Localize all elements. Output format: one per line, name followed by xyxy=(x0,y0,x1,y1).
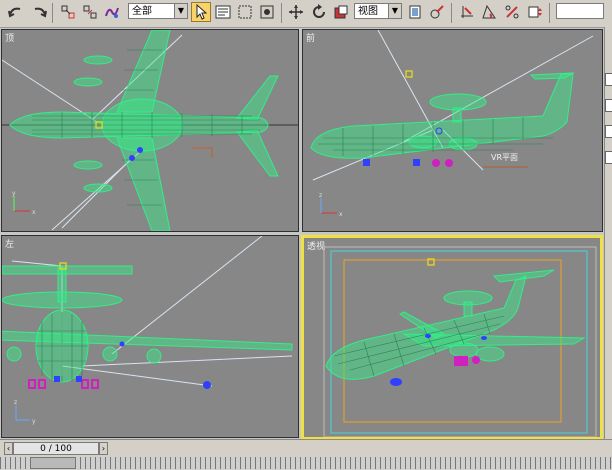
chevron-down-icon: ▼ xyxy=(174,4,187,18)
use-pivot-point-button[interactable] xyxy=(405,2,425,22)
space-warp-icon xyxy=(105,7,119,18)
frame-counter: 0 / 100 xyxy=(40,444,72,454)
prev-frame-button[interactable]: ‹ xyxy=(4,442,13,455)
select-manipulate-button[interactable] xyxy=(427,2,447,22)
svg-text:z: z xyxy=(14,399,17,406)
svg-text:z: z xyxy=(319,192,322,199)
rect-selection-icon xyxy=(238,5,252,19)
window-crossing-button[interactable] xyxy=(257,2,277,22)
viewport-front[interactable]: VR平面 x z 前 xyxy=(302,29,603,232)
select-and-link-button[interactable] xyxy=(58,2,78,22)
spinner-snap-icon xyxy=(528,6,542,18)
track-bar-handle[interactable] xyxy=(30,457,76,469)
move-icon xyxy=(289,5,303,19)
window-crossing-icon xyxy=(260,5,274,19)
panel-tab[interactable] xyxy=(605,73,612,86)
select-by-name-button[interactable] xyxy=(213,2,233,22)
viewport-left[interactable]: y z 左 xyxy=(1,235,299,438)
left-view-scene: y z xyxy=(2,236,293,425)
percent-snap-button[interactable] xyxy=(502,2,522,22)
perspective-view-scene xyxy=(323,246,597,437)
svg-text:y: y xyxy=(32,418,36,425)
front-view-scene: VR平面 x z xyxy=(310,30,594,218)
select-and-rotate-button[interactable] xyxy=(309,2,329,22)
aircraft-wireframe xyxy=(310,72,575,159)
viewport-label-left[interactable]: 左 xyxy=(5,237,14,250)
undo-icon xyxy=(8,7,21,18)
next-frame-button[interactable]: › xyxy=(99,442,108,455)
aircraft-wireframe xyxy=(9,30,279,231)
aircraft-wireframe xyxy=(2,265,293,383)
chevron-down-icon: ▼ xyxy=(388,4,401,18)
snap-icon xyxy=(461,6,473,18)
scale-icon xyxy=(334,5,348,19)
axis-tripod-icon: y z xyxy=(14,399,36,425)
reference-coord-dropdown[interactable]: 视图 ▼ xyxy=(354,3,402,19)
track-bar-ruler[interactable] xyxy=(0,457,612,469)
svg-text:x: x xyxy=(339,211,343,218)
rectangular-selection-button[interactable] xyxy=(235,2,255,22)
selection-filter-dropdown[interactable]: 全部 ▼ xyxy=(128,3,188,19)
redo-button[interactable] xyxy=(29,2,49,22)
reference-coord-value: 视图 xyxy=(358,6,378,17)
unlink-selection-button[interactable] xyxy=(80,2,100,22)
panel-tab[interactable] xyxy=(605,151,612,164)
viewport-label-top[interactable]: 顶 xyxy=(5,31,14,44)
panel-tab[interactable] xyxy=(605,99,612,112)
chevron-right-icon: › xyxy=(101,444,106,453)
timeline-bar: ‹ 0 / 100 › xyxy=(0,439,612,470)
selection-filter-value: 全部 xyxy=(132,6,152,17)
object-label-vr-plane: VR平面 xyxy=(491,153,518,162)
axis-tripod-icon: x z xyxy=(319,192,343,218)
viewport-perspective[interactable]: 透视 xyxy=(301,235,603,440)
svg-text:y: y xyxy=(12,190,16,197)
select-and-move-button[interactable] xyxy=(286,2,306,22)
percent-snap-icon xyxy=(505,5,519,19)
axis-tripod-icon: x y xyxy=(12,190,36,216)
rotate-icon xyxy=(313,4,325,18)
select-by-name-icon xyxy=(215,5,231,19)
time-slider[interactable]: 0 / 100 xyxy=(13,442,99,455)
svg-text:x: x xyxy=(32,209,36,216)
select-and-scale-button[interactable] xyxy=(331,2,351,22)
viewport-top[interactable]: x y 顶 xyxy=(1,29,299,232)
viewport-label-front[interactable]: 前 xyxy=(306,31,315,44)
snaps-toggle-button[interactable] xyxy=(457,2,477,22)
undo-button[interactable] xyxy=(6,2,26,22)
manipulate-icon xyxy=(430,5,444,19)
select-object-button[interactable] xyxy=(191,2,211,22)
link-icon xyxy=(61,5,75,19)
panel-tab[interactable] xyxy=(605,125,612,138)
pivot-icon xyxy=(409,5,421,19)
angle-snap-icon xyxy=(482,4,496,19)
main-toolbar: 全部 ▼ 视图 ▼ xyxy=(0,0,612,28)
angle-snap-button[interactable] xyxy=(479,2,499,22)
cursor-arrow-icon xyxy=(196,4,207,20)
viewport-label-perspective[interactable]: 透视 xyxy=(307,239,325,252)
named-selection-set-field[interactable] xyxy=(556,3,604,19)
unlink-icon xyxy=(83,5,97,19)
redo-icon xyxy=(34,7,47,18)
spinner-snap-button[interactable] xyxy=(525,2,545,22)
bind-to-space-warp-button[interactable] xyxy=(102,2,122,22)
command-panel-edge[interactable] xyxy=(604,27,612,439)
chevron-left-icon: ‹ xyxy=(6,444,11,453)
top-view-scene: x y xyxy=(2,30,298,231)
